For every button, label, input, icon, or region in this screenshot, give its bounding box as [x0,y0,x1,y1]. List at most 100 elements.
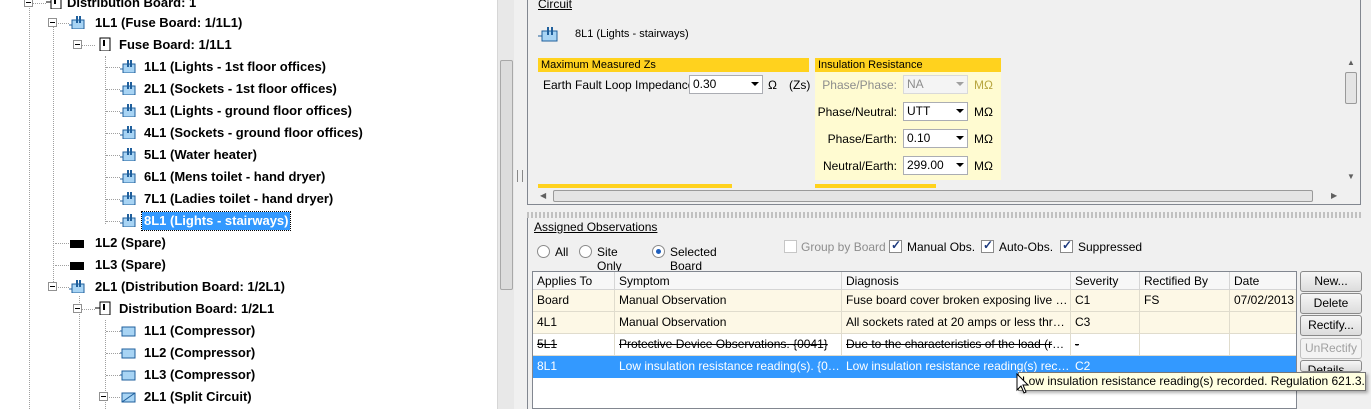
tree-scrollbar[interactable] [497,0,514,409]
tree-node[interactable]: Distribution Board: 1 [0,0,497,13]
circuit-icon [69,16,85,29]
column-header[interactable]: Symptom [615,272,842,290]
rectify-button[interactable]: Rectify... [1300,315,1362,336]
tree-node[interactable]: 2L1 (Distribution Board: 1/2L1) [0,277,497,297]
tree-node[interactable]: Fuse Board: 1/1L1 [0,35,497,55]
tree-node[interactable]: 4L1 (Sockets - ground floor offices) [0,123,497,143]
collapse-toggle-icon[interactable] [73,40,82,49]
tree-node-label[interactable]: 1L1 (Lights - 1st floor offices) [142,58,328,76]
group-by-board-label[interactable]: Group by Board [801,240,886,254]
tree-node-label[interactable]: 2L1 (Sockets - 1st floor offices) [142,80,339,98]
tree-node-label[interactable]: 3L1 (Lights - ground floor offices) [142,102,354,120]
tree-scroll-thumb[interactable] [500,60,513,290]
tree-node[interactable]: 1L3 (Compressor) [0,365,497,385]
tree-node[interactable]: 3L1 (Lights - ground floor offices) [0,101,497,121]
tree-node-label[interactable]: 1L3 (Compressor) [142,366,257,384]
collapse-toggle-icon[interactable] [99,392,108,401]
circuit-details-panel: Circuit 8L1 (Lights - stairways) Maximum… [527,0,1361,205]
vertical-splitter[interactable] [514,0,526,409]
radio-all-label[interactable]: All [555,245,568,259]
insulation-combo[interactable]: NA [903,75,968,94]
scroll-left-icon[interactable]: ◀ [540,191,546,200]
tree-node-label[interactable]: 2L1 (Split Circuit) [142,388,254,406]
vscroll-thumb[interactable] [1345,72,1357,104]
group-by-board-checkbox[interactable] [784,240,797,253]
tree-node[interactable]: 7L1 (Ladies toilet - hand dryer) [0,189,497,209]
circuit-hscrollbar[interactable]: ◀ ▶ [536,188,1344,204]
radio-all[interactable] [537,245,550,258]
tree-node-label[interactable]: 2L1 (Distribution Board: 1/2L1) [93,278,287,296]
tree-node-label[interactable]: Distribution Board: 1 [65,0,198,12]
tree-node-label[interactable]: 1L1 (Fuse Board: 1/1L1) [93,14,244,32]
tree-node-label[interactable]: 1L1 (Compressor) [142,322,257,340]
scroll-right-icon[interactable]: ▶ [1331,191,1337,200]
tree-node-label[interactable]: 1L2 (Spare) [93,234,168,252]
tree-node-label[interactable]: 1L2 (Compressor) [142,344,257,362]
radio-site-only-label[interactable]: Site Only [597,245,622,273]
chevron-down-icon[interactable] [956,163,964,167]
radio-site-only[interactable] [579,245,592,258]
hscroll-thumb[interactable] [553,190,1313,202]
splitter-grip[interactable] [517,170,523,182]
column-header[interactable]: Rectified By [1140,272,1230,290]
circuit-title-link[interactable]: Circuit [538,0,572,11]
insulation-combo[interactable]: 299.00 [903,156,968,175]
tree-node[interactable]: 1L3 (Spare) [0,255,497,275]
chevron-down-icon[interactable] [956,136,964,140]
auto-obs-label[interactable]: Auto-Obs. [999,240,1053,254]
column-header[interactable]: Severity [1071,272,1140,290]
tree-node-label[interactable]: 7L1 (Ladies toilet - hand dryer) [142,190,335,208]
auto-obs-checkbox[interactable] [981,238,994,253]
circuit-icon [120,60,136,73]
tree-node[interactable]: 2L1 (Split Circuit) [0,387,497,407]
tree-node[interactable]: 2L1 (Sockets - 1st floor offices) [0,79,497,99]
observation-row[interactable]: 5L1 Protective Device Observations. {0041… [533,334,1296,356]
tree-node-label[interactable]: Fuse Board: 1/1L1 [117,36,234,54]
collapse-toggle-icon[interactable] [48,18,57,27]
tree-node[interactable]: 1L2 (Spare) [0,233,497,253]
tree-node[interactable]: 8L1 (Lights - stairways) [0,211,497,231]
unrectify-button[interactable]: UnRectify [1300,338,1362,359]
circuit-icon [538,27,558,42]
manual-obs-label[interactable]: Manual Obs. [907,240,975,254]
tree-node[interactable]: 1L1 (Fuse Board: 1/1L1) [0,13,497,33]
details-button[interactable]: Details... [1300,360,1362,372]
chevron-down-icon[interactable] [956,109,964,113]
tree-node[interactable]: 1L2 (Compressor) [0,343,497,363]
collapse-toggle-icon[interactable] [48,282,57,291]
scroll-up-icon[interactable]: ▲ [1347,58,1355,67]
circuit-tree[interactable]: Distribution Board: 1 1L1 (Fuse Board: 1/… [0,0,497,409]
column-header[interactable]: Date [1230,272,1296,290]
observation-row[interactable]: Board Manual Observation Fuse board cover … [533,290,1296,312]
tree-node-label[interactable]: 8L1 (Lights - stairways) [140,211,292,231]
insulation-combo[interactable]: UTT [903,102,968,121]
observation-row[interactable]: 4L1 Manual Observation All sockets rated a… [533,312,1296,334]
tree-node-label[interactable]: 1L3 (Spare) [93,256,168,274]
tree-node-label[interactable]: 5L1 (Water heater) [142,146,259,164]
tree-node-label[interactable]: Distribution Board: 1/2L1 [117,300,276,318]
insulation-label: Neutral/Earth: [822,159,897,173]
column-header[interactable]: Applies To [533,272,615,290]
radio-selected-board-only[interactable] [652,245,665,258]
tree-node[interactable]: 1L1 (Lights - 1st floor offices) [0,57,497,77]
tree-node[interactable]: Distribution Board: 1/2L1 [0,299,497,319]
tree-node[interactable]: 5L1 (Water heater) [0,145,497,165]
tree-node-label[interactable]: 4L1 (Sockets - ground floor offices) [142,124,365,142]
suppressed-checkbox[interactable] [1060,238,1073,253]
collapse-toggle-icon[interactable] [24,0,33,7]
new-button[interactable]: New... [1300,271,1362,292]
scroll-down-icon[interactable]: ▼ [1347,172,1355,181]
tree-node[interactable]: 1L1 (Compressor) [0,321,497,341]
tree-node-label[interactable]: 6L1 (Mens toilet - hand dryer) [142,168,327,186]
suppressed-label[interactable]: Suppressed [1078,240,1142,254]
tree-node[interactable]: 6L1 (Mens toilet - hand dryer) [0,167,497,187]
column-header[interactable]: Diagnosis [842,272,1071,290]
circuit-vscrollbar[interactable]: ▲ ▼ [1343,56,1359,186]
delete-button[interactable]: Delete [1300,293,1362,314]
manual-obs-checkbox[interactable] [889,238,902,253]
spare-circuit-icon [70,262,84,270]
chevron-down-icon[interactable] [956,82,964,86]
insulation-combo[interactable]: 0.10 [903,129,968,148]
collapse-toggle-icon[interactable] [73,304,82,313]
diagnosis-tooltip: Low insulation resistance reading(s) rec… [1018,372,1366,391]
